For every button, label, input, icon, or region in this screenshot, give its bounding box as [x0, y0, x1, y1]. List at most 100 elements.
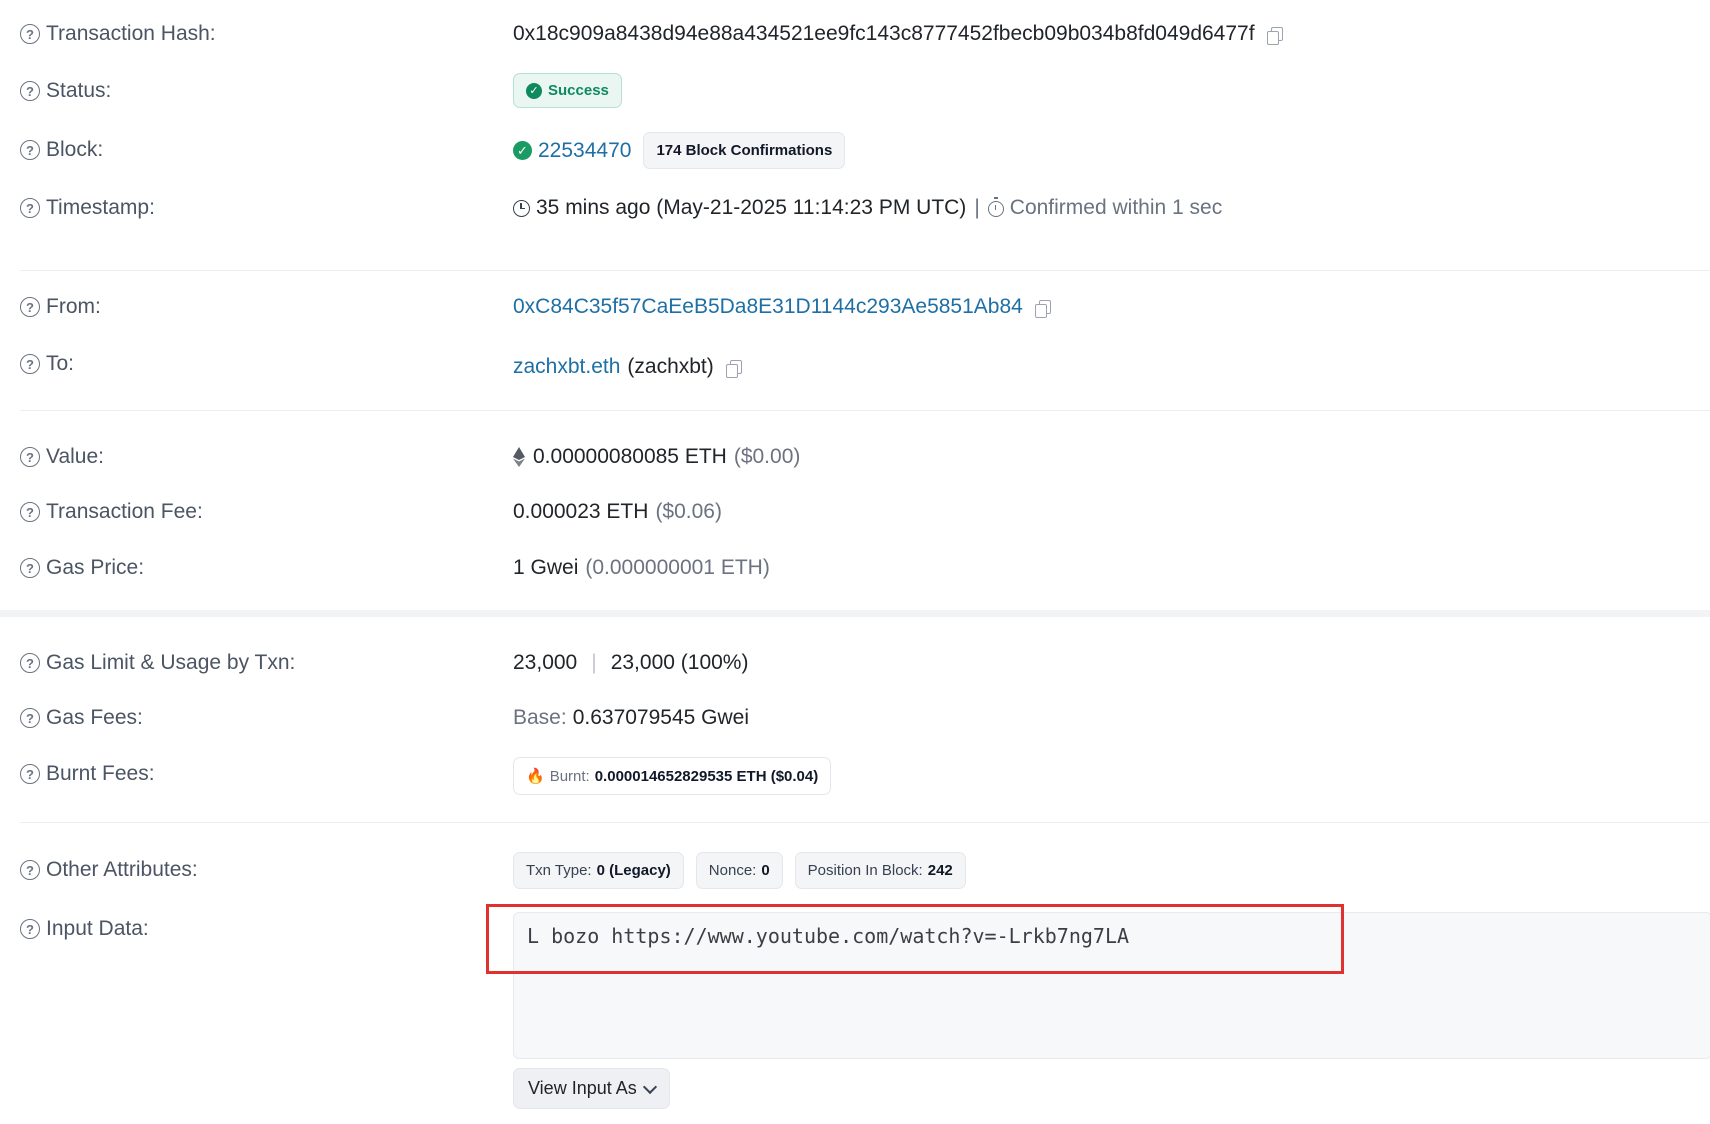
transaction-hash-value-wrap: 0x18c909a8438d94e88a434521ee9fc143c87774…: [513, 22, 1283, 46]
burnt-fees-label-wrap: ? Burnt Fees:: [20, 762, 155, 786]
question-circle-icon[interactable]: ?: [20, 140, 40, 160]
question-circle-icon[interactable]: ?: [20, 502, 40, 522]
input-data-label: Input Data:: [46, 917, 149, 940]
question-circle-icon[interactable]: ?: [20, 708, 40, 728]
to-label-wrap: ? To:: [20, 352, 74, 376]
txn-type-label: Txn Type:: [526, 862, 592, 879]
gas-fees-label: Gas Fees:: [46, 706, 143, 729]
timestamp-label: Timestamp:: [46, 196, 155, 219]
from-label: From:: [46, 295, 101, 318]
txn-type-value: 0 (Legacy): [596, 862, 671, 879]
block-label-wrap: ? Block:: [20, 138, 103, 162]
check-circle-icon: ✓: [526, 82, 542, 99]
ethereum-icon: [513, 447, 525, 467]
to-label: To:: [46, 352, 75, 375]
from-label-wrap: ? From:: [20, 295, 101, 319]
question-circle-icon[interactable]: ?: [20, 764, 40, 784]
value-usd: ($0.00): [733, 445, 801, 468]
value-wrap: 0.00000080085 ETH ($0.00): [513, 445, 800, 469]
burnt-value: 0.000014652829535 ETH ($0.04): [594, 767, 819, 785]
burnt-fees-label: Burnt Fees:: [46, 762, 155, 785]
status-text: Success: [548, 82, 609, 99]
copy-icon[interactable]: [1034, 299, 1051, 318]
transaction-hash-value: 0x18c909a8438d94e88a434521ee9fc143c87774…: [513, 22, 1255, 45]
timestamp-value-wrap: 35 mins ago (May-21-2025 11:14:23 PM UTC…: [513, 196, 1222, 220]
transaction-fee-label: Transaction Fee:: [46, 500, 203, 523]
block-label: Block:: [46, 138, 104, 161]
value-label: Value:: [46, 445, 104, 468]
question-circle-icon[interactable]: ?: [20, 81, 40, 101]
confirmed-within-text: Confirmed within 1 sec: [1009, 196, 1223, 219]
question-circle-icon[interactable]: ?: [20, 558, 40, 578]
gas-used-value: 23,000 (100%): [610, 651, 749, 674]
to-name: (zachxbt): [627, 355, 714, 378]
timestamp-label-wrap: ? Timestamp:: [20, 196, 155, 220]
gas-price-wrap: 1 Gwei (0.000000001 ETH): [513, 556, 770, 580]
question-circle-icon[interactable]: ?: [20, 653, 40, 673]
question-circle-icon[interactable]: ?: [20, 24, 40, 44]
gas-limit-wrap: 23,000 | 23,000 (100%): [513, 651, 748, 675]
view-input-as-label: View Input As: [528, 1078, 637, 1098]
status-value-wrap: ✓ Success: [513, 73, 622, 108]
status-label-wrap: ? Status:: [20, 79, 111, 103]
gas-base-value: 0.637079545 Gwei: [572, 706, 750, 729]
view-input-as-button[interactable]: View Input As: [513, 1068, 670, 1109]
clock-icon: [513, 199, 530, 217]
gas-fees-label-wrap: ? Gas Fees:: [20, 706, 143, 730]
timestamp-separator: |: [974, 196, 980, 219]
fire-icon: 🔥: [526, 768, 545, 785]
gas-fees-wrap: Base: 0.637079545 Gwei: [513, 706, 749, 730]
nonce-badge: Nonce: 0: [695, 852, 783, 889]
question-circle-icon[interactable]: ?: [20, 860, 40, 880]
txn-type-badge: Txn Type: 0 (Legacy): [513, 852, 684, 889]
position-value: 242: [927, 862, 953, 879]
status-badge: ✓ Success: [513, 73, 622, 108]
gas-price-amount: 1 Gwei: [513, 556, 579, 579]
question-circle-icon[interactable]: ?: [20, 297, 40, 317]
burnt-fees-wrap: 🔥 Burnt: 0.000014652829535 ETH ($0.04): [513, 757, 832, 795]
copy-icon[interactable]: [725, 359, 742, 378]
question-circle-icon[interactable]: ?: [20, 198, 40, 218]
burnt-fees-badge: 🔥 Burnt: 0.000014652829535 ETH ($0.04): [513, 757, 832, 795]
input-data-label-wrap: ? Input Data:: [20, 917, 149, 941]
gas-price-label: Gas Price:: [46, 556, 145, 579]
other-attributes-label-wrap: ? Other Attributes:: [20, 858, 198, 882]
value-amount: 0.00000080085 ETH: [533, 445, 727, 468]
transaction-hash-label: Transaction Hash:: [46, 22, 216, 45]
stopwatch-icon: [987, 197, 1004, 217]
position-in-block-badge: Position In Block: 242: [794, 852, 966, 889]
burnt-label: Burnt:: [549, 767, 590, 785]
section-band: [0, 610, 1710, 617]
to-value-wrap: zachxbt.eth (zachxbt): [513, 355, 742, 379]
block-number-link[interactable]: 22534470: [538, 139, 631, 163]
nonce-label: Nonce:: [708, 862, 757, 879]
timestamp-value: 35 mins ago (May-21-2025 11:14:23 PM UTC…: [536, 196, 967, 219]
status-label: Status:: [46, 79, 112, 102]
question-circle-icon[interactable]: ?: [20, 354, 40, 374]
section-divider: [20, 822, 1710, 823]
from-address-link[interactable]: 0xC84C35f57CaEeB5Da8E31D1144c293Ae5851Ab…: [513, 295, 1023, 319]
gas-limit-label: Gas Limit & Usage by Txn:: [46, 651, 296, 674]
gas-usage-separator: |: [591, 651, 597, 674]
question-circle-icon[interactable]: ?: [20, 447, 40, 467]
gas-limit-label-wrap: ? Gas Limit & Usage by Txn:: [20, 651, 295, 675]
to-ens-link[interactable]: zachxbt.eth: [513, 355, 620, 379]
gas-limit-value: 23,000: [513, 651, 578, 674]
transaction-fee-label-wrap: ? Transaction Fee:: [20, 500, 203, 524]
block-confirmations-badge: 174 Block Confirmations: [643, 132, 846, 169]
transaction-fee-usd: ($0.06): [655, 500, 722, 523]
question-circle-icon[interactable]: ?: [20, 919, 40, 939]
block-value-wrap: ✓ 22534470 174 Block Confirmations: [513, 132, 846, 169]
gas-price-eth: (0.000000001 ETH): [585, 556, 770, 579]
highlight-box: [486, 904, 1344, 974]
nonce-value: 0: [761, 862, 770, 879]
check-circle-icon: ✓: [513, 141, 532, 160]
transaction-fee-wrap: 0.000023 ETH ($0.06): [513, 500, 722, 524]
transaction-fee-amount: 0.000023 ETH: [513, 500, 649, 523]
transaction-hash-label-wrap: ? Transaction Hash:: [20, 22, 216, 46]
section-divider: [20, 410, 1710, 411]
other-attributes-label: Other Attributes:: [46, 858, 198, 881]
position-label: Position In Block:: [807, 862, 923, 879]
copy-icon[interactable]: [1266, 26, 1283, 45]
value-label-wrap: ? Value:: [20, 445, 104, 469]
